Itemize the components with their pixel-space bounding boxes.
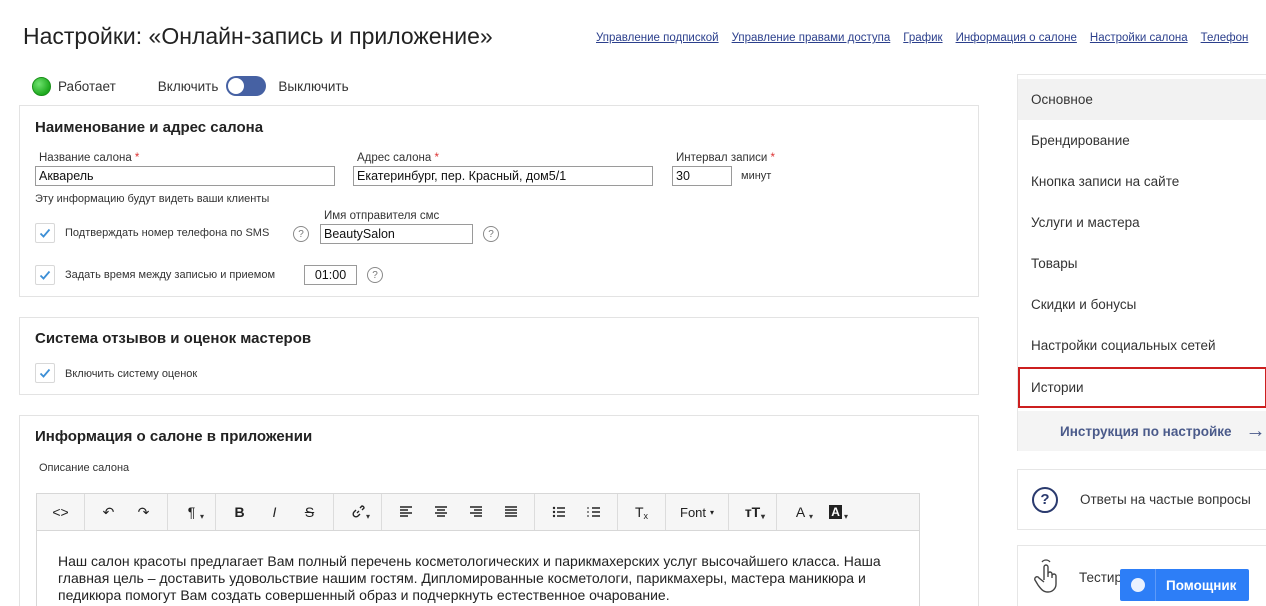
setup-instruction-link[interactable]: Инструкция по настройке → [1018,411,1266,451]
top-links-nav: Управление подпиской Управление правами … [596,32,1248,44]
status-row: Работает Включить Выключить [32,76,349,96]
align-left-icon[interactable] [388,494,423,530]
sidebar-item-social-settings[interactable]: Настройки социальных сетей [1018,325,1266,366]
font-select[interactable]: Font ▾ [670,494,724,530]
salon-section-title: Наименование и адрес салона [35,119,264,136]
salon-address-label: Адрес салона * [357,152,439,164]
background-color-icon[interactable]: A ▾ [818,494,853,530]
bullet-list-icon[interactable] [541,494,576,530]
sms-confirm-checkbox[interactable] [35,223,55,243]
font-size-icon[interactable]: тT ▾ [735,494,770,530]
sidebar-item-services-masters[interactable]: Услуги и мастера [1018,202,1266,243]
sidebar-item-booking-button[interactable]: Кнопка записи на сайте [1018,161,1266,202]
toggle-knob [228,78,245,94]
sidebar-item-main[interactable]: Основное [1018,79,1266,120]
link-access-rights[interactable]: Управление правами доступа [732,32,891,44]
redo-icon[interactable]: ↷ [126,494,161,530]
enable-reviews-label: Включить систему оценок [65,368,198,380]
helper-button[interactable]: Помощник [1120,569,1249,601]
app-info-section-title: Информация о салоне в приложении [35,428,313,445]
reviews-panel: Система отзывов и оценок мастеров Включи… [19,317,979,395]
time-between-checkbox[interactable] [35,265,55,285]
link-schedule[interactable]: График [903,32,942,44]
salon-address-input[interactable] [353,166,653,186]
disable-label[interactable]: Выключить [278,79,348,94]
setup-instruction-label: Инструкция по настройке [1060,423,1232,439]
faq-label: Ответы на частые вопросы [1080,492,1251,507]
salon-name-address-panel: Наименование и адрес салона Название сал… [19,105,979,297]
check-icon [39,368,51,378]
align-center-icon[interactable] [423,494,458,530]
numbered-list-icon[interactable] [576,494,611,530]
undo-icon[interactable]: ↶ [91,494,126,530]
check-icon [39,228,51,238]
page-title: Настройки: «Онлайн-запись и приложение» [23,23,493,49]
align-justify-icon[interactable] [493,494,528,530]
text-color-icon[interactable]: A ▾ [783,494,818,530]
arrow-right-icon: → [1245,419,1266,442]
chat-bubble-icon [1120,569,1156,601]
question-icon: ? [1032,486,1058,513]
interval-label: Интервал записи * [676,152,776,164]
time-between-label: Задать время между записью и приемом [65,269,276,281]
helper-label: Помощник [1166,577,1237,593]
app-info-panel: Информация о салоне в приложении Описани… [19,415,979,606]
italic-icon[interactable]: I [257,494,292,530]
salon-name-input[interactable] [35,166,335,186]
sender-name-input[interactable] [320,224,473,244]
link-phone[interactable]: Телефон [1201,32,1249,44]
sidebar-item-stories[interactable]: Истории [1018,367,1266,408]
sidebar-item-products[interactable]: Товары [1018,243,1266,284]
sidebar-item-discounts[interactable]: Скидки и бонусы [1018,284,1266,325]
sms-confirm-label: Подтверждать номер телефона по SMS [65,227,270,239]
interval-unit: минут [741,170,772,182]
time-help-icon[interactable]: ? [367,267,383,283]
sms-help-icon[interactable]: ? [293,226,309,242]
bold-icon[interactable]: B [222,494,257,530]
editor-toolbar: <> ↶ ↷ ¶ ▾ B I S ▾ T x Font ▾ тT ▾ A ▾ A… [36,493,920,531]
sender-name-label: Имя отправителя смс [324,210,440,222]
reviews-section-title: Система отзывов и оценок мастеров [35,330,312,347]
link-salon-info[interactable]: Информация о салоне [956,32,1077,44]
check-icon [39,270,51,280]
tap-hand-icon [1034,559,1057,593]
clients-note: Эту информацию будут видеть ваши клиенты [35,193,270,205]
align-right-icon[interactable] [458,494,493,530]
link-icon[interactable]: ▾ [340,494,375,530]
online-booking-toggle[interactable] [226,76,267,96]
link-subscription[interactable]: Управление подпиской [596,32,719,44]
clear-format-icon[interactable]: Tx [624,494,659,530]
enable-label[interactable]: Включить [158,79,219,94]
description-editor[interactable]: Наш салон красоты предлагает Вам полный … [36,531,920,606]
sidebar-item-branding[interactable]: Брендирование [1018,120,1266,161]
strikethrough-icon[interactable]: S [292,494,327,530]
link-salon-settings[interactable]: Настройки салона [1090,32,1188,44]
interval-input[interactable] [672,166,732,186]
paragraph-icon[interactable]: ¶ ▾ [174,494,209,530]
status-label: Работает [58,78,116,94]
status-indicator-icon [32,76,51,96]
description-label: Описание салона [39,462,130,474]
salon-name-label: Название салона * [39,152,140,164]
enable-reviews-checkbox[interactable] [35,363,55,383]
settings-sidebar: Основное Брендирование Кнопка записи на … [1017,74,1266,451]
sender-help-icon[interactable]: ? [483,226,499,242]
testing-label: Тестир [1079,570,1122,585]
code-view-icon[interactable]: <> [43,494,78,530]
faq-link[interactable]: ? Ответы на частые вопросы [1017,469,1266,530]
time-between-input[interactable] [304,265,357,285]
